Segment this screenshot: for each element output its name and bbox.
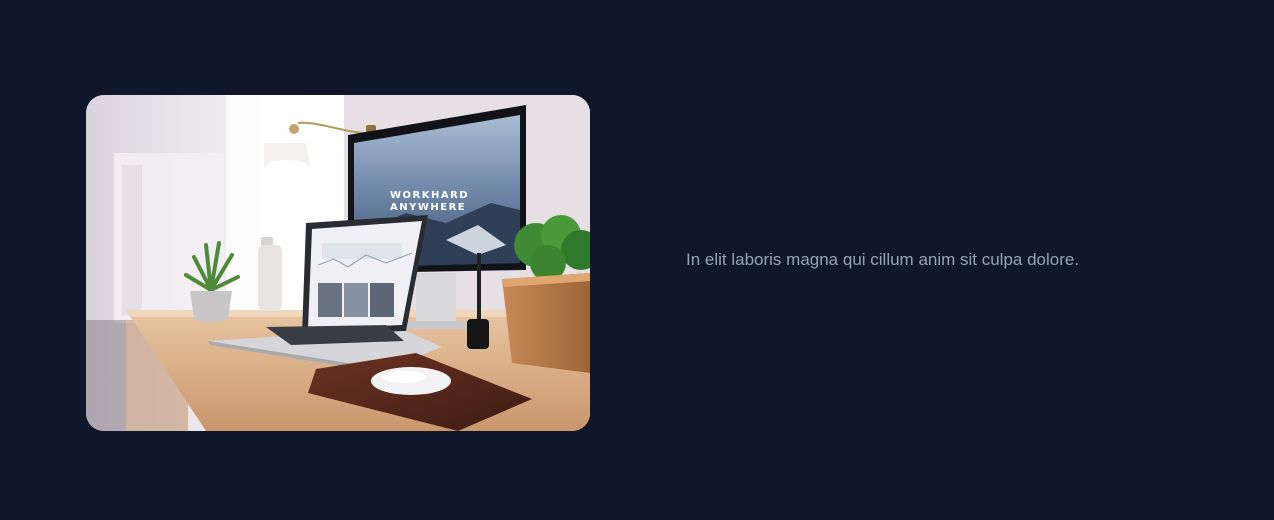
wooden-planter: [502, 215, 590, 373]
feature-section: WORKHARD ANYWHERE In elit laboris magna …: [0, 0, 1274, 520]
workspace-photo-illustration: WORKHARD ANYWHERE: [86, 95, 590, 431]
water-bottle: [258, 237, 282, 311]
screen-headline-2: ANYWHERE: [390, 202, 466, 213]
workspace-photo: WORKHARD ANYWHERE: [86, 95, 590, 431]
screen-headline-1: WORKHARD: [390, 190, 469, 201]
feature-description: In elit laboris magna qui cillum anim si…: [686, 250, 1080, 269]
background-chair: [86, 320, 126, 431]
